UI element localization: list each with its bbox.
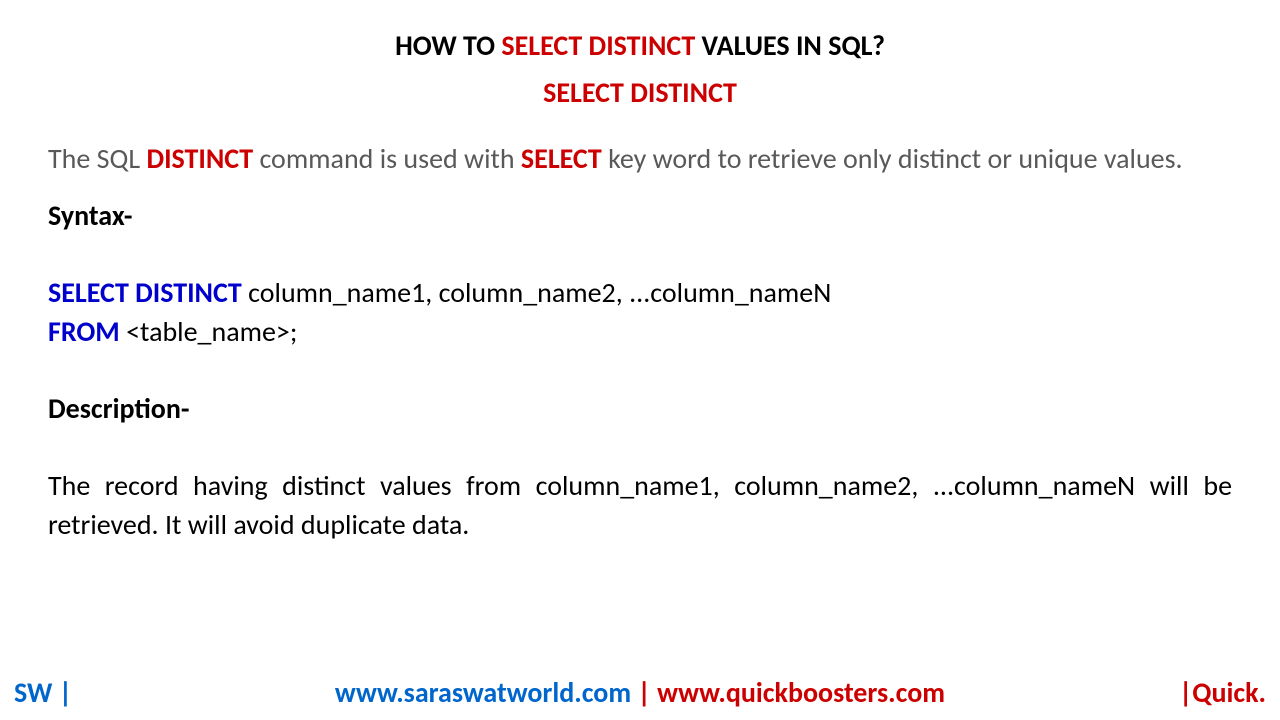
intro-distinct: DISTINCT (146, 141, 253, 176)
syntax-line2: FROM <table_name>; (48, 312, 1232, 351)
description-text: The record having distinct values from c… (48, 466, 1232, 544)
footer-center: www.saraswatworld.com | www.quickbooster… (335, 675, 945, 710)
footer-url2: www.quickboosters.com (657, 675, 945, 710)
title-highlight: SELECT DISTINCT (501, 28, 695, 63)
footer: SW | www.saraswatworld.com | www.quickbo… (0, 675, 1280, 710)
footer-separator: | (631, 675, 657, 710)
footer-url1: www.saraswatworld.com (335, 675, 631, 710)
subtitle: SELECT DISTINCT (48, 75, 1232, 110)
title-part2: VALUES IN SQL? (695, 28, 885, 63)
syntax-line1: SELECT DISTINCT column_name1, column_nam… (48, 273, 1232, 312)
footer-left: SW | (14, 675, 72, 710)
syntax-block: SELECT DISTINCT column_name1, column_nam… (48, 273, 1232, 351)
syntax-select-distinct: SELECT DISTINCT (48, 275, 242, 310)
footer-right: |Quick. (1179, 675, 1266, 710)
title-part1: HOW TO (395, 28, 501, 63)
intro-part1: The SQL (48, 141, 146, 176)
syntax-table: <table_name>; (120, 314, 298, 349)
syntax-from: FROM (48, 314, 120, 349)
page-title: HOW TO SELECT DISTINCT VALUES IN SQL? (48, 28, 1232, 63)
intro-part2: command is used with (253, 141, 521, 176)
syntax-label: Syntax- (48, 198, 1232, 233)
intro-select: SELECT (521, 141, 602, 176)
intro-paragraph: The SQL DISTINCT command is used with SE… (48, 140, 1232, 178)
description-label: Description- (48, 391, 1232, 426)
intro-part3: key word to retrieve only distinct or un… (602, 141, 1183, 176)
syntax-columns: column_name1, column_name2, ...column_na… (242, 275, 832, 310)
